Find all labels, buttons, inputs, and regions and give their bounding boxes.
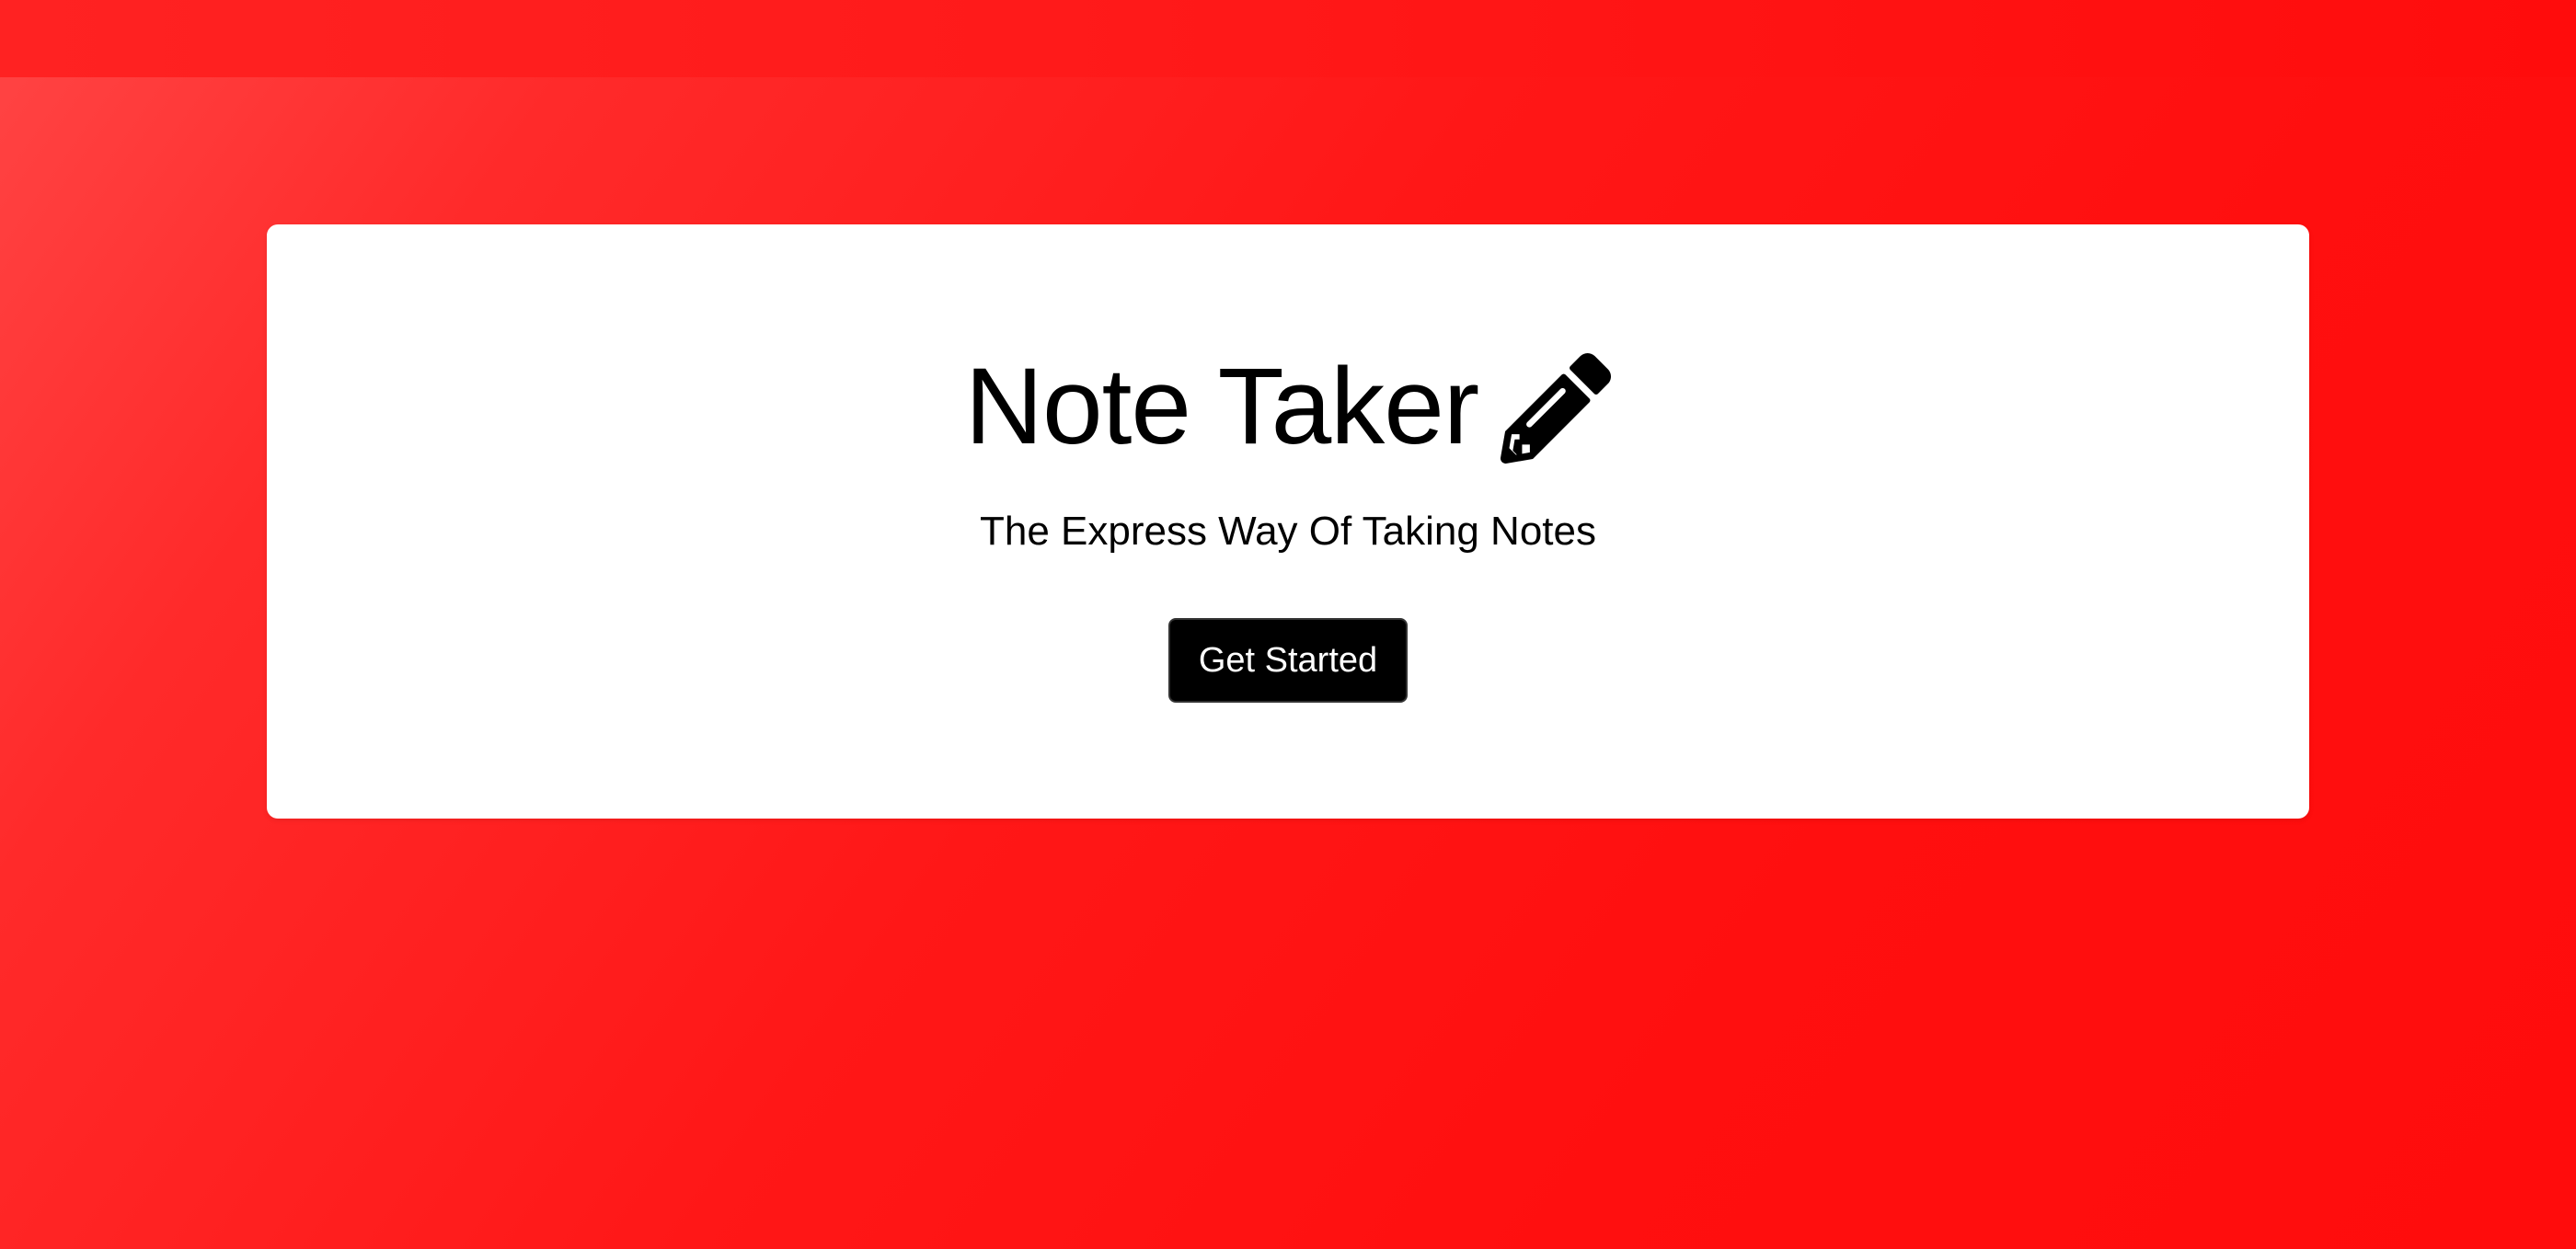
pencil-icon xyxy=(1501,353,1612,464)
get-started-button[interactable]: Get Started xyxy=(1168,618,1408,703)
title-row: Note Taker xyxy=(267,342,2309,471)
page-subtitle: The Express Way Of Taking Notes xyxy=(979,509,1597,554)
hero-card: Note Taker The Express Way Of Taking Not… xyxy=(267,224,2309,819)
top-navbar xyxy=(0,0,2576,77)
page-title: Note Taker xyxy=(964,346,1479,467)
